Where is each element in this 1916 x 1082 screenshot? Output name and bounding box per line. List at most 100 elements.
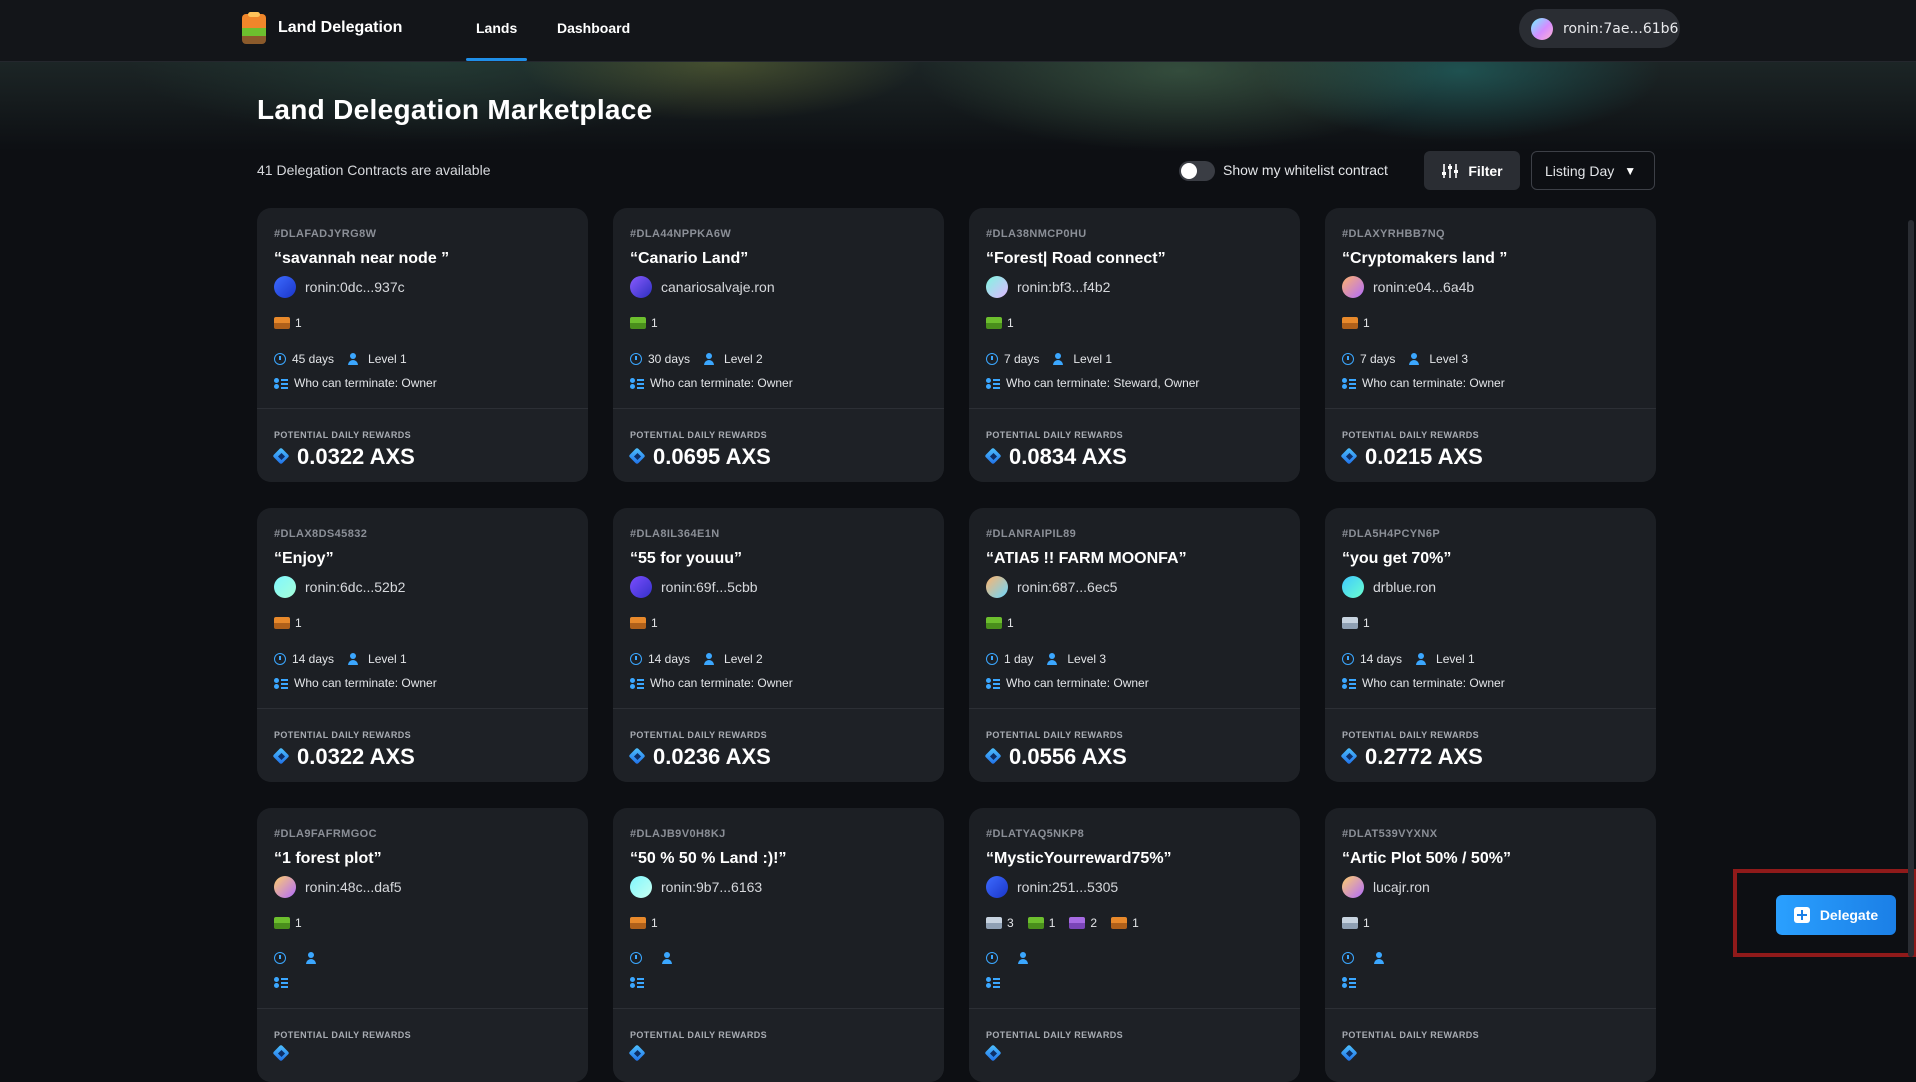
user-level-icon — [704, 653, 718, 665]
terminate-text: Who can terminate: Owner — [1006, 676, 1149, 690]
contract-id: #DLAFADJYRG8W — [274, 228, 377, 240]
axs-token-icon — [630, 747, 645, 767]
contract-name: “50 % 50 % Land :)!” — [630, 850, 787, 867]
user-level-icon — [1374, 952, 1388, 964]
owner: ronin:48c...daf5 — [274, 876, 402, 898]
contract-card[interactable]: #DLAX8DS45832 “Enjoy” ronin:6dc...52b2 1… — [257, 508, 588, 782]
plot-mystic: 2 — [1069, 916, 1097, 930]
terminate-list-icon — [630, 677, 644, 689]
contract-name: “Forest| Road connect” — [986, 250, 1166, 267]
whitelist-toggle[interactable] — [1179, 161, 1215, 181]
reward-amount: 0.0834 AXS — [1009, 444, 1127, 469]
sort-dropdown[interactable]: Listing Day ▼ — [1531, 151, 1655, 190]
wallet-button[interactable]: ronin:7ae...61b6 — [1519, 9, 1680, 48]
plot-forest: 1 — [630, 316, 658, 330]
terminate-text: Who can terminate: Owner — [650, 676, 793, 690]
filter-sliders-icon — [1442, 163, 1459, 178]
reward-label: POTENTIAL DAILY REWARDS — [274, 1030, 412, 1040]
user-level-icon — [1053, 353, 1067, 365]
reward-section — [969, 1009, 1300, 1082]
plot-savannah: 1 — [274, 316, 302, 330]
plot-count: 1 — [1007, 316, 1014, 330]
arctic-land-icon — [1342, 917, 1358, 929]
plot-forest: 1 — [986, 316, 1014, 330]
owner: ronin:e04...6a4b — [1342, 276, 1474, 298]
contract-meta: 30 days Level 2 — [630, 352, 763, 366]
contract-id: #DLAXYRHBB7NQ — [1342, 228, 1445, 240]
user-level-icon — [348, 653, 362, 665]
filter-button[interactable]: Filter — [1424, 151, 1520, 190]
axs-token-icon — [630, 447, 645, 467]
owner-address: ronin:48c...daf5 — [305, 879, 402, 895]
contract-card[interactable]: #DLANRAIPIL89 “ATIA5 !! FARM MOONFA” ron… — [969, 508, 1300, 782]
terminate-list-icon — [274, 976, 288, 988]
terminate-info: Who can terminate: Steward, Owner — [986, 376, 1199, 390]
contract-card[interactable]: #DLA5H4PCYN6P “you get 70%” drblue.ron 1… — [1325, 508, 1656, 782]
reward-label: POTENTIAL DAILY REWARDS — [986, 1030, 1124, 1040]
plot-arctic: 1 — [1342, 616, 1370, 630]
contract-id: #DLA44NPPKA6W — [630, 228, 732, 240]
level: Level 1 — [368, 652, 407, 666]
reward-label: POTENTIAL DAILY REWARDS — [630, 430, 768, 440]
tab-dashboard[interactable]: Dashboard — [557, 0, 630, 61]
reward-value: 0.0695 AXS — [630, 444, 771, 470]
reward-label: POTENTIAL DAILY REWARDS — [1342, 730, 1480, 740]
plot-arctic: 3 — [986, 916, 1014, 930]
forest-land-icon — [986, 317, 1002, 329]
owner-address: ronin:0dc...937c — [305, 279, 405, 295]
plot-count: 1 — [1363, 916, 1370, 930]
plot-forest: 1 — [986, 616, 1014, 630]
owner-address: ronin:251...5305 — [1017, 879, 1119, 895]
contract-card[interactable]: #DLAFADJYRG8W “savannah near node ” roni… — [257, 208, 588, 482]
owner-avatar — [274, 876, 296, 898]
axs-token-icon — [986, 747, 1001, 767]
clock-icon — [986, 353, 998, 365]
owner-avatar — [1342, 876, 1364, 898]
clock-icon — [630, 653, 642, 665]
reward-label: POTENTIAL DAILY REWARDS — [630, 1030, 768, 1040]
owner: canariosalvaje.ron — [630, 276, 775, 298]
owner-avatar — [1342, 276, 1364, 298]
contract-card[interactable]: #DLAJB9V0H8KJ “50 % 50 % Land :)!” ronin… — [613, 808, 944, 1082]
contract-card[interactable]: #DLA44NPPKA6W “Canario Land” canariosalv… — [613, 208, 944, 482]
contract-meta: 45 days Level 1 — [274, 352, 407, 366]
plot-forest: 1 — [274, 916, 302, 930]
reward-value — [986, 1044, 1009, 1064]
contract-card[interactable]: #DLA38NMCP0HU “Forest| Road connect” ron… — [969, 208, 1300, 482]
brand[interactable]: Land Delegation — [240, 12, 402, 44]
reward-value — [1342, 1044, 1365, 1064]
plot-forest: 1 — [1027, 916, 1055, 930]
contract-card[interactable]: #DLA9FAFRMGOC “1 forest plot” ronin:48c.… — [257, 808, 588, 1082]
terminate-info — [1342, 976, 1362, 988]
contract-card[interactable]: #DLAT539VYXNX “Artic Plot 50% / 50%” luc… — [1325, 808, 1656, 1082]
contract-id: #DLA8IL364E1N — [630, 528, 720, 540]
contract-meta: 7 days Level 3 — [1342, 352, 1468, 366]
duration: 14 days — [292, 652, 335, 666]
caret-down-icon: ▼ — [1624, 163, 1637, 178]
page-scrollbar[interactable] — [1908, 220, 1914, 957]
clock-icon — [274, 353, 286, 365]
terminate-text: Who can terminate: Owner — [650, 376, 793, 390]
owner-address: lucajr.ron — [1373, 879, 1430, 895]
duration: 45 days — [292, 352, 335, 366]
plot-count: 1 — [651, 316, 658, 330]
owner-avatar — [630, 276, 652, 298]
contract-card[interactable]: #DLATYAQ5NKP8 “MysticYourreward75%” roni… — [969, 808, 1300, 1082]
duration: 1 day — [1004, 652, 1034, 666]
filter-label: Filter — [1468, 162, 1503, 179]
owner-address: ronin:687...6ec5 — [1017, 579, 1118, 595]
reward-label: POTENTIAL DAILY REWARDS — [1342, 1030, 1480, 1040]
contract-meta — [1342, 952, 1394, 964]
duration: 14 days — [648, 652, 691, 666]
contract-card[interactable]: #DLA8IL364E1N “55 for youuu” ronin:69f..… — [613, 508, 944, 782]
owner-address: ronin:e04...6a4b — [1373, 279, 1475, 295]
user-level-icon — [704, 353, 718, 365]
terminate-info: Who can terminate: Owner — [274, 676, 437, 690]
contract-card[interactable]: #DLAXYRHBB7NQ “Cryptomakers land ” ronin… — [1325, 208, 1656, 482]
plot-count: 1 — [1363, 616, 1370, 630]
delegate-button[interactable]: Delegate — [1776, 895, 1896, 935]
tab-lands[interactable]: Lands — [465, 0, 528, 61]
plot-savannah: 1 — [1342, 316, 1370, 330]
reward-value: 0.0834 AXS — [986, 444, 1127, 470]
user-level-icon — [662, 952, 676, 964]
